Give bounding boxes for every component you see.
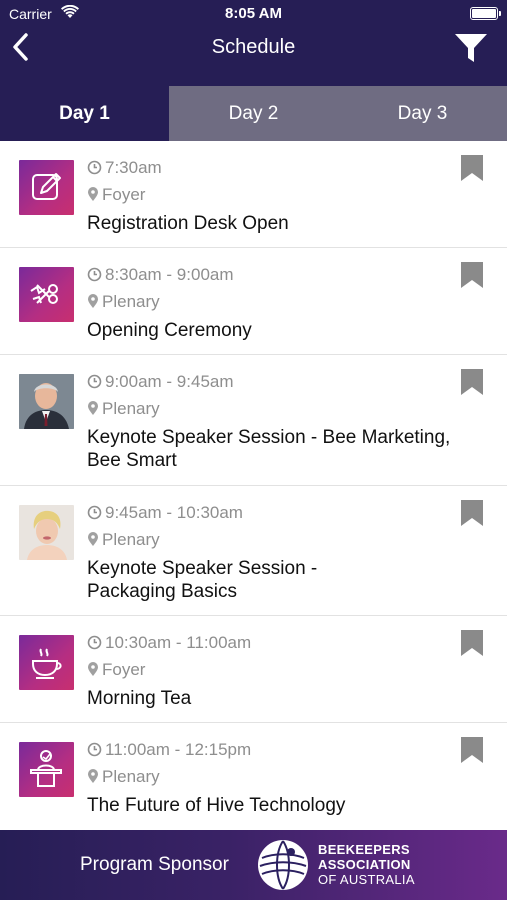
tab-day-1[interactable]: Day 1: [0, 86, 169, 141]
tab-day-2[interactable]: Day 2: [169, 86, 338, 141]
session-title: Morning Tea: [87, 688, 192, 709]
speaker-photo-woman: [19, 505, 74, 560]
session-title: Opening Ceremony: [87, 320, 252, 341]
bookmark-icon[interactable]: [461, 630, 483, 656]
page-title: Schedule: [211, 36, 296, 58]
session-location: Foyer: [87, 185, 145, 207]
filter-icon: [455, 34, 487, 62]
session-time: 9:00am - 9:45am: [87, 372, 234, 394]
app-header: Carrier 8:05 AM Schedule: [0, 0, 507, 86]
status-time: 8:05 AM: [225, 5, 282, 22]
day-tabs: Day 1 Day 2 Day 3: [0, 86, 507, 141]
session-time: 10:30am - 11:00am: [87, 633, 251, 655]
session-title: Registration Desk Open: [87, 213, 289, 234]
session-row[interactable]: 9:45am - 10:30am Plenary Keynote Speaker…: [0, 486, 507, 616]
battery-icon: [470, 7, 501, 20]
tab-day-3[interactable]: Day 3: [338, 86, 507, 141]
session-time: 11:00am - 12:15pm: [87, 740, 251, 762]
session-title: The Future of Hive Technology: [87, 795, 346, 816]
location-pin-icon: [87, 768, 99, 789]
clock-icon: [87, 160, 102, 180]
sponsor-name: BEEKEEPERS ASSOCIATION OF AUSTRALIA: [318, 842, 415, 887]
bookmark-icon[interactable]: [461, 500, 483, 526]
clock-icon: [87, 505, 102, 525]
teacup-icon: [19, 635, 74, 690]
beekeepers-globe-logo: [256, 838, 310, 892]
speaker-photo-man: [19, 374, 74, 429]
edit-icon: [19, 160, 74, 215]
sponsor-label: Program Sponsor: [80, 854, 229, 875]
session-row[interactable]: 7:30am Foyer Registration Desk Open: [0, 141, 507, 248]
session-location: Foyer: [87, 660, 145, 682]
session-time: 8:30am - 9:00am: [87, 265, 234, 287]
session-location: Plenary: [87, 399, 160, 421]
location-pin-icon: [87, 400, 99, 421]
location-pin-icon: [87, 293, 99, 314]
bookmark-icon[interactable]: [461, 369, 483, 395]
session-time: 7:30am: [87, 158, 162, 180]
session-row[interactable]: 11:00am - 12:15pm Plenary The Future of …: [0, 723, 507, 830]
podium-speaker-icon: [19, 742, 74, 797]
clock-icon: [87, 742, 102, 762]
location-pin-icon: [87, 186, 99, 207]
session-row[interactable]: 10:30am - 11:00am Foyer Morning Tea: [0, 616, 507, 723]
location-pin-icon: [87, 531, 99, 552]
session-time: 9:45am - 10:30am: [87, 503, 243, 525]
session-location: Plenary: [87, 767, 160, 789]
session-row[interactable]: 9:00am - 9:45am Plenary Keynote Speaker …: [0, 355, 507, 486]
bookmark-icon[interactable]: [461, 155, 483, 181]
session-location: Plenary: [87, 530, 160, 552]
status-bar: Carrier 8:05 AM: [0, 0, 507, 28]
clock-icon: [87, 374, 102, 394]
clock-icon: [87, 635, 102, 655]
session-location: Plenary: [87, 292, 160, 314]
bookmark-icon[interactable]: [461, 737, 483, 763]
sponsor-banner[interactable]: Program Sponsor BEEKEEPERS ASSOCIATION O…: [0, 830, 507, 900]
session-title: Keynote Speaker Session - Bee Marketing,…: [87, 427, 451, 471]
ribbon-cut-icon: [19, 267, 74, 322]
bookmark-icon[interactable]: [461, 262, 483, 288]
session-row[interactable]: 8:30am - 9:00am Plenary Opening Ceremony: [0, 248, 507, 355]
session-title: Keynote Speaker Session - Packaging Basi…: [87, 558, 318, 602]
location-pin-icon: [87, 661, 99, 682]
clock-icon: [87, 267, 102, 287]
filter-button[interactable]: [453, 31, 489, 65]
